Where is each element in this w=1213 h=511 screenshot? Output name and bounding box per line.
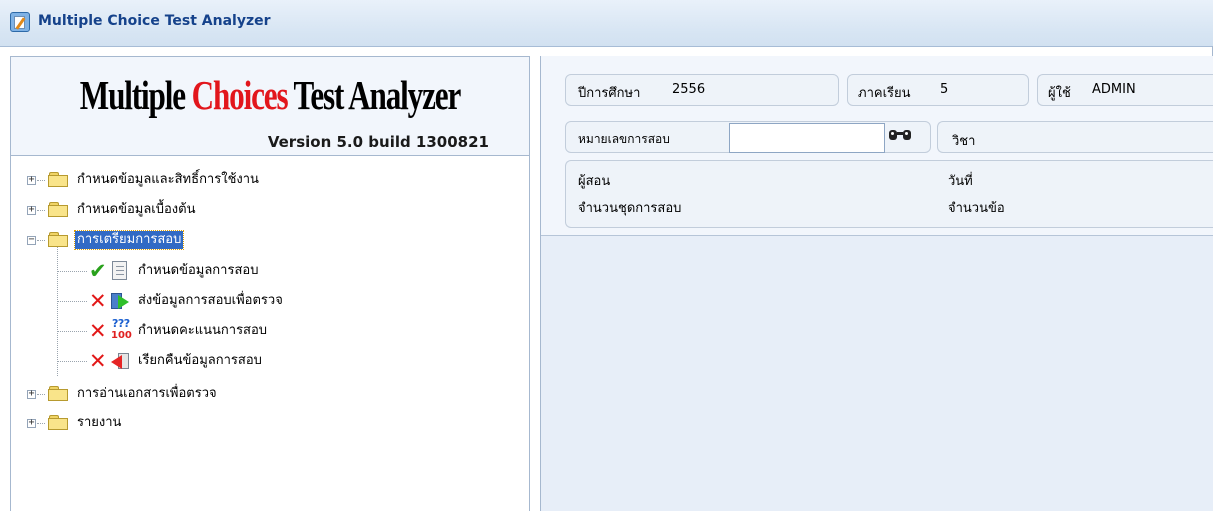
tree-label-user-settings: กำหนดข้อมูลและสิทธิ์การใช้งาน (77, 172, 259, 187)
folder-icon (48, 232, 68, 247)
left-panel: Multiple Choices Test Analyzer Version 5… (10, 56, 530, 511)
tree-node-exam-preparation[interactable]: − การเตรียมการสอบ (11, 229, 511, 253)
academic-year-box: ปีการศึกษา 2556 (565, 74, 839, 106)
folder-icon (48, 202, 68, 217)
exam-details-box: ผู้สอน วันที่ จำนวนชุดการสอบ จำนวนข้อ (565, 160, 1213, 228)
send-icon (111, 292, 129, 310)
window-title: Multiple Choice Test Analyzer (38, 13, 271, 29)
tree-label-reports: รายงาน (77, 415, 122, 430)
tree-node-document-reading[interactable]: + การอ่านเอกสารเพื่อตรวจ (11, 383, 511, 407)
exam-info-bar: ปีการศึกษา 2556 ภาคเรียน 5 ผู้ใช้ ADMIN … (541, 56, 1213, 236)
cross-icon: ✕ (89, 289, 107, 313)
version-label: Version 5.0 build 1300821 (267, 133, 489, 151)
score-icon-questions: ??? (112, 317, 130, 330)
tree-label-document-reading: การอ่านเอกสารเพื่อตรวจ (77, 386, 217, 401)
expand-icon[interactable]: + (27, 205, 36, 215)
tree-label-recall-exam-data: เรียกคืนข้อมูลการสอบ (138, 353, 262, 368)
exam-number-label: หมายเลขการสอบ (578, 132, 670, 146)
user-value: ADMIN (1092, 82, 1136, 97)
user-label: ผู้ใช้ (1048, 86, 1071, 101)
right-panel: ปีการศึกษา 2556 ภาคเรียน 5 ผู้ใช้ ADMIN … (540, 56, 1213, 511)
exam-number-input[interactable] (729, 123, 885, 153)
subject-label: วิชา (952, 134, 976, 149)
tree-connector (37, 423, 45, 424)
tree-node-user-settings[interactable]: + กำหนดข้อมูลและสิทธิ์การใช้งาน (11, 169, 511, 193)
tree-connector (57, 331, 87, 332)
tree-label-send-exam-data: ส่งข้อมูลการสอบเพื่อตรวจ (138, 293, 283, 308)
search-button[interactable] (888, 124, 912, 150)
expand-icon[interactable]: + (27, 418, 36, 428)
logo-text-part1: Multiple (79, 72, 192, 118)
folder-icon (48, 386, 68, 401)
tree-item-recall-exam-data[interactable]: ✕ เรียกคืนข้อมูลการสอบ (11, 349, 511, 373)
expand-icon[interactable]: + (27, 389, 36, 399)
semester-label: ภาคเรียน (858, 86, 911, 101)
document-icon (112, 261, 127, 280)
tree-connector (57, 301, 87, 302)
score-icon: ??? 100 (111, 317, 133, 344)
academic-year-label: ปีการศึกษา (578, 86, 641, 101)
app-logo: Multiple Choices Test Analyzer (73, 71, 467, 119)
recall-icon (111, 352, 129, 370)
tree-node-reports[interactable]: + รายงาน (11, 412, 511, 436)
user-box: ผู้ใช้ ADMIN (1037, 74, 1213, 106)
academic-year-value: 2556 (672, 82, 706, 97)
tree-connector (37, 180, 45, 181)
tree-label-define-exam-data: กำหนดข้อมูลการสอบ (138, 263, 259, 278)
tree-connector (57, 361, 87, 362)
tree-connector (57, 271, 87, 272)
date-label: วันที่ (948, 174, 973, 189)
score-icon-number: 100 (111, 330, 132, 341)
tree-item-send-exam-data[interactable]: ✕ ส่งข้อมูลการสอบเพื่อตรวจ (11, 289, 511, 313)
tree-item-define-exam-scores[interactable]: ✕ ??? 100 กำหนดคะแนนการสอบ (11, 317, 511, 344)
tree-node-basic-settings[interactable]: + กำหนดข้อมูลเบื้องต้น (11, 199, 511, 223)
tree-item-define-exam-data[interactable]: ✔ กำหนดข้อมูลการสอบ (11, 259, 511, 283)
logo-text-part2: Choices (191, 72, 289, 118)
semester-value: 5 (940, 82, 949, 97)
title-bar[interactable]: Multiple Choice Test Analyzer (0, 0, 1213, 47)
tree-connector (37, 394, 45, 395)
test-sets-label: จำนวนชุดการสอบ (578, 201, 682, 216)
cross-icon: ✕ (89, 319, 107, 343)
cross-icon: ✕ (89, 349, 107, 373)
tree-label-basic-settings: กำหนดข้อมูลเบื้องต้น (77, 202, 196, 217)
tree-connector (37, 240, 45, 241)
folder-icon (48, 172, 68, 187)
teacher-label: ผู้สอน (578, 174, 611, 189)
collapse-icon[interactable]: − (27, 235, 36, 245)
tree-connector (37, 210, 45, 211)
subject-box: วิชา (937, 121, 1213, 153)
logo-text-part3: Test Analyzer (287, 72, 462, 118)
check-icon: ✔ (89, 259, 107, 283)
app-icon (10, 12, 30, 32)
semester-box: ภาคเรียน 5 (847, 74, 1029, 106)
tree-label-exam-preparation: การเตรียมการสอบ (73, 230, 185, 250)
questions-label: จำนวนข้อ (948, 201, 1005, 216)
folder-icon (48, 415, 68, 430)
logo-header: Multiple Choices Test Analyzer Version 5… (11, 57, 529, 156)
tree-label-define-exam-scores: กำหนดคะแนนการสอบ (138, 323, 268, 338)
expand-icon[interactable]: + (27, 175, 36, 185)
